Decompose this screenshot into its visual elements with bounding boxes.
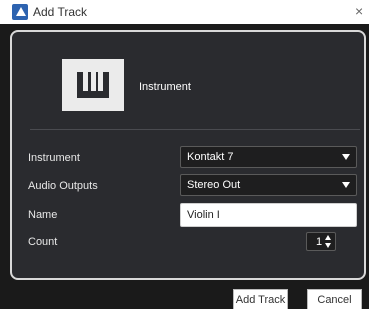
stepper-arrows-icon[interactable] — [325, 235, 332, 248]
name-label: Name — [28, 209, 58, 221]
track-type-label: Instrument — [139, 81, 191, 93]
close-button[interactable]: × — [355, 3, 363, 19]
count-stepper[interactable]: 1 — [306, 232, 336, 251]
instrument-label: Instrument — [28, 152, 80, 164]
add-track-button[interactable]: Add Track — [233, 289, 288, 309]
title-bar: Add Track × — [0, 0, 369, 24]
piano-icon — [62, 59, 124, 111]
chevron-down-icon — [342, 154, 350, 160]
divider — [30, 129, 360, 130]
audio-outputs-select[interactable]: Stereo Out — [180, 174, 357, 196]
app-icon — [12, 4, 28, 20]
count-label: Count — [28, 236, 58, 248]
audio-outputs-label: Audio Outputs — [28, 180, 98, 192]
audio-outputs-value: Stereo Out — [187, 179, 241, 191]
chevron-down-icon — [342, 182, 350, 188]
instrument-value: Kontakt 7 — [187, 151, 234, 163]
track-name-input[interactable] — [180, 203, 357, 227]
instrument-select[interactable]: Kontakt 7 — [180, 146, 357, 168]
cancel-button[interactable]: Cancel — [307, 289, 362, 309]
count-value: 1 — [316, 235, 323, 248]
window-title: Add Track — [33, 5, 88, 19]
